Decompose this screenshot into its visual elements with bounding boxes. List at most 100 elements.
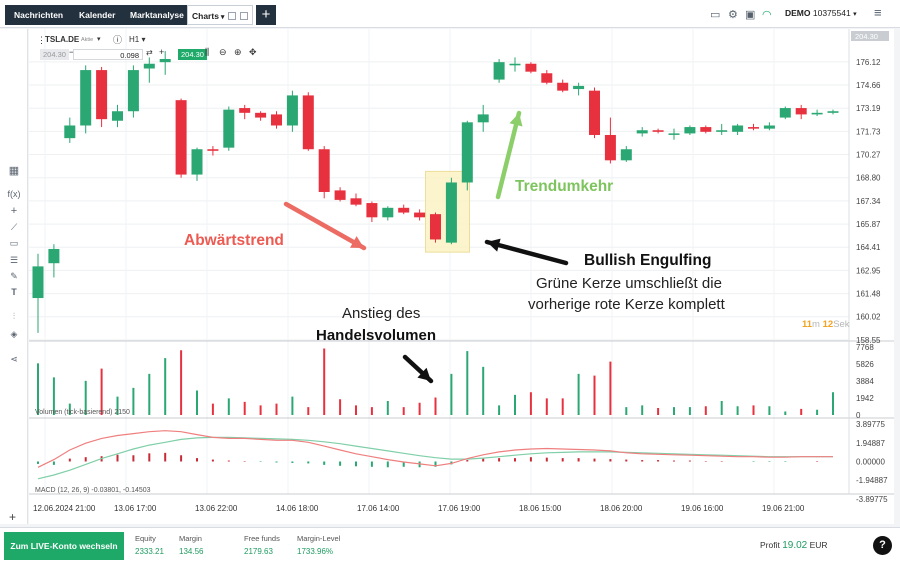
- rectangle-tool-icon[interactable]: ▭: [0, 238, 28, 249]
- settings-sliders-icon[interactable]: ⫶: [0, 311, 28, 322]
- time-tick-label: 18.06 15:00: [519, 504, 562, 513]
- candle-body: [223, 109, 235, 148]
- candle-body: [302, 95, 314, 150]
- candle-body: [334, 190, 346, 200]
- function-icon[interactable]: f(x): [0, 189, 28, 199]
- candle-body: [143, 63, 155, 69]
- chart-canvas[interactable]: 176.12 174.66 173.19 171.73 170.27 168.80 167.…: [29, 29, 894, 524]
- swap-icon[interactable]: ⇄: [146, 48, 153, 57]
- tab-calendar[interactable]: Kalender: [70, 5, 126, 25]
- candle-body: [763, 125, 775, 129]
- candle-body: [509, 63, 521, 66]
- free-funds-label: Free funds: [244, 534, 280, 543]
- move-icon[interactable]: ✥: [249, 47, 257, 58]
- volume-tick-label: 0: [856, 411, 861, 420]
- macd-tick-label: 0.00000: [856, 458, 885, 467]
- line-tool-icon[interactable]: ⟋: [0, 222, 28, 233]
- tab-market-analysis[interactable]: Marktanalyse: [121, 5, 194, 25]
- candle-body: [620, 149, 632, 161]
- candle-body: [80, 70, 92, 126]
- grid-icon[interactable]: ▦: [0, 164, 28, 177]
- account-info[interactable]: DEMO 10375541 ▾: [785, 8, 857, 18]
- text-tool-icon[interactable]: T: [0, 287, 28, 297]
- candle-body: [127, 70, 139, 112]
- profit-display: Profit 19.02 EUR: [760, 540, 828, 551]
- chart-type-icon[interactable]: ⫼: [205, 47, 209, 58]
- share-icon[interactable]: ⋖: [0, 354, 28, 365]
- downtrend-label: Abwärtstrend: [184, 232, 284, 249]
- account-footer: Zum LIVE-Konto wechseln Equity 2333.21 M…: [0, 527, 900, 563]
- candle-body: [827, 111, 839, 113]
- fibonacci-icon[interactable]: ☰: [0, 255, 28, 266]
- margin-stat: Margin 134.56: [179, 534, 203, 556]
- help-button[interactable]: ?: [873, 536, 892, 555]
- candle-body: [64, 125, 76, 139]
- switch-live-account-button[interactable]: Zum LIVE-Konto wechseln: [4, 532, 124, 560]
- price-tick-label: 173.19: [856, 104, 881, 113]
- price-tick-label: 171.73: [856, 127, 881, 136]
- candle-body: [286, 95, 298, 126]
- candle-body: [318, 149, 330, 192]
- layout-icon[interactable]: ▭: [710, 8, 720, 21]
- equity-value: 2333.21: [135, 547, 164, 556]
- price-tick-label: 162.95: [856, 266, 881, 275]
- buy-price[interactable]: 204.30: [178, 49, 207, 60]
- layers-icon[interactable]: ◈: [0, 329, 28, 340]
- candle-body: [700, 127, 712, 132]
- menu-icon[interactable]: ≡: [874, 5, 882, 20]
- zoom-out-icon[interactable]: ⊖: [219, 47, 227, 58]
- candle-body: [239, 108, 251, 113]
- timeframe-select[interactable]: H1 ▾: [129, 35, 145, 44]
- candle-body: [541, 73, 553, 83]
- crosshair-icon[interactable]: +: [0, 205, 28, 217]
- price-tick-label: 164.41: [856, 243, 881, 252]
- top-bar: Nachrichten Kalender Marktanalyse Charts…: [0, 0, 900, 28]
- macd-indicator-label: MACD (12, 26, 9) -0.03801, -0.14503: [35, 487, 151, 494]
- reversal-label: Trendumkehr: [515, 178, 613, 195]
- add-tab-button[interactable]: +: [256, 5, 276, 25]
- window-icon[interactable]: [228, 12, 236, 20]
- time-tick-label: 17.06 19:00: [438, 504, 481, 513]
- pen-icon[interactable]: ✎: [0, 271, 28, 282]
- candle-body: [398, 207, 410, 213]
- trading-app: Nachrichten Kalender Marktanalyse Charts…: [0, 0, 900, 563]
- candle-body: [525, 63, 537, 72]
- profit-label: Profit: [760, 540, 780, 550]
- tab-news[interactable]: Nachrichten: [5, 5, 74, 25]
- monitor-icon[interactable]: ▣: [745, 8, 755, 21]
- chevron-down-icon[interactable]: ▾: [97, 35, 101, 43]
- lot-size-input[interactable]: 0.098: [73, 49, 143, 60]
- macd-tick-label: 1.94887: [856, 439, 885, 448]
- symbol-name[interactable]: TSLA.DE: [45, 35, 79, 44]
- margin-level-value: 1733.96%: [297, 547, 334, 556]
- chevron-down-icon: ▾: [218, 14, 225, 21]
- margin-level-label: Margin-Level: [297, 534, 341, 543]
- popout-icon[interactable]: [240, 12, 248, 20]
- macd-tick-label: -3.89775: [856, 495, 888, 504]
- candle-body: [589, 90, 600, 135]
- plus-icon[interactable]: +: [159, 47, 164, 57]
- engulfing-desc-line2: vorherige rote Kerze komplett: [528, 296, 726, 313]
- sell-price[interactable]: 204.30: [40, 49, 69, 60]
- add-indicator-icon[interactable]: +: [9, 510, 16, 524]
- zoom-in-icon[interactable]: ⊕: [234, 47, 242, 58]
- candle-body: [684, 127, 696, 134]
- price-tick-label: 170.27: [856, 150, 881, 159]
- candle-body: [748, 127, 759, 129]
- info-icon[interactable]: ⓘ: [113, 33, 122, 46]
- candle-body: [604, 134, 616, 161]
- candle-body: [732, 125, 744, 132]
- chart-panel[interactable]: 176.12 174.66 173.19 171.73 170.27 168.80 167.…: [29, 29, 894, 524]
- tab-charts[interactable]: Charts ▾: [187, 5, 253, 25]
- time-tick-label: 12.06.2024 21:00: [33, 504, 96, 513]
- profit-value: 19.02: [782, 540, 808, 551]
- network-icon[interactable]: ⚙: [728, 8, 738, 21]
- volume-bars: [37, 348, 834, 415]
- volume-tick-label: 1942: [856, 394, 874, 403]
- candle-body: [271, 114, 282, 126]
- macd-tick-label: -1.94887: [856, 476, 888, 485]
- candle-body: [430, 214, 441, 240]
- wifi-icon: ◠: [762, 9, 772, 21]
- candle-body: [493, 62, 505, 80]
- axes: 176.12 174.66 173.19 171.73 170.27 168.80 167.…: [33, 31, 889, 513]
